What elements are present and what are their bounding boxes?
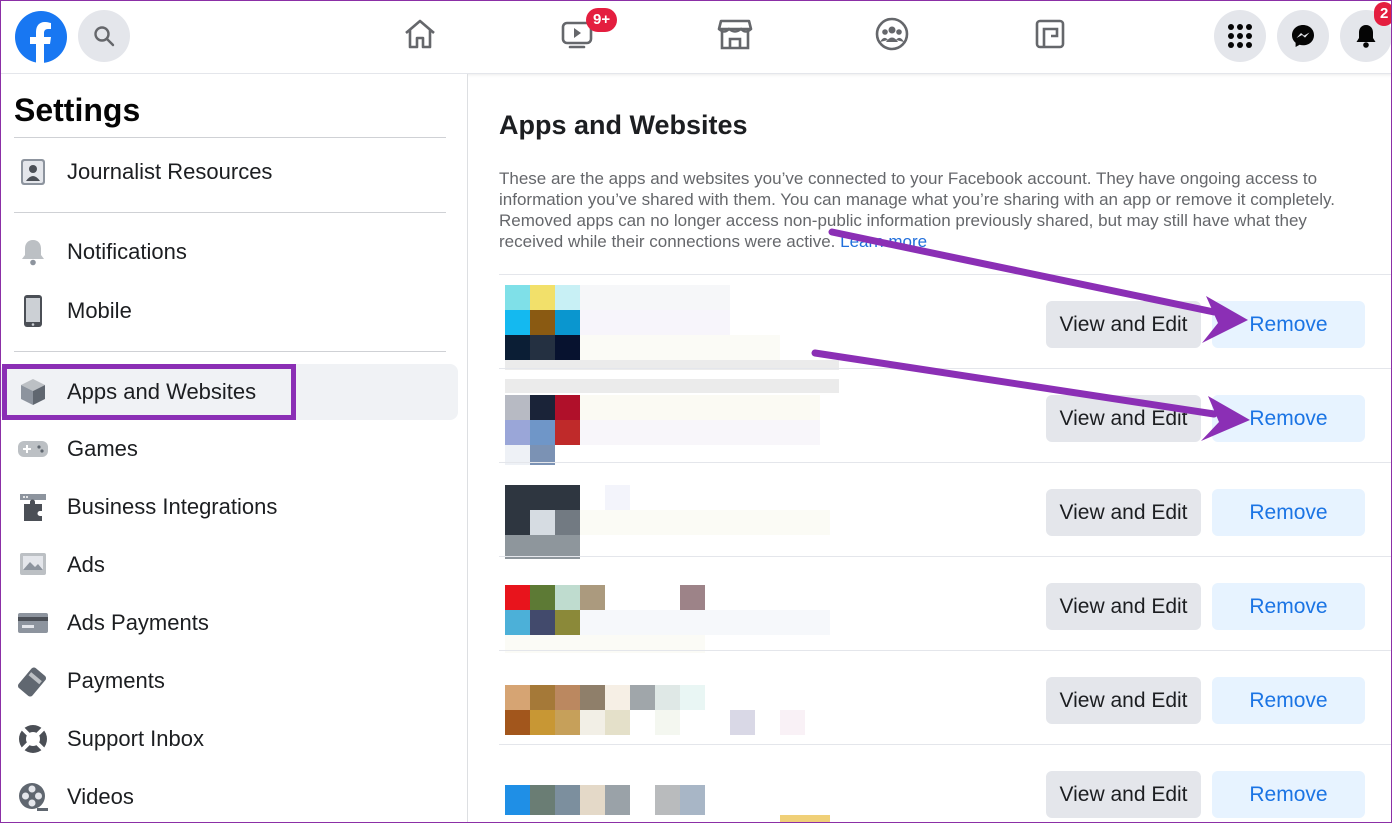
sidebar-item-label: Payments <box>67 668 165 693</box>
facebook-logo[interactable] <box>14 10 68 64</box>
groups-tab[interactable] <box>872 14 912 54</box>
groups-icon <box>875 17 909 51</box>
marketplace-icon <box>717 19 753 50</box>
card-icon <box>16 606 50 640</box>
divider <box>14 137 446 138</box>
app-row: View and Edit Remove <box>499 274 1392 370</box>
app-row: View and Edit Remove <box>499 368 1392 465</box>
gaming-tab[interactable] <box>1030 14 1070 54</box>
remove-button[interactable]: Remove <box>1212 771 1365 818</box>
remove-button[interactable]: Remove <box>1212 301 1365 348</box>
remove-button[interactable]: Remove <box>1212 395 1365 442</box>
gamepad-icon <box>16 432 50 466</box>
sidebar-item-games[interactable]: Games <box>0 421 458 477</box>
ads-icon <box>16 548 50 582</box>
settings-sidebar: Settings Journalist Resources Notificati… <box>0 74 468 823</box>
remove-button[interactable]: Remove <box>1212 489 1365 536</box>
sidebar-item-label: Journalist Resources <box>67 159 273 184</box>
sidebar-item-journalist-resources[interactable]: Journalist Resources <box>0 144 458 200</box>
sidebar-item-label: Games <box>67 436 138 461</box>
app-icon-blurred <box>505 755 839 823</box>
app-row: View and Edit Remove <box>499 462 1392 559</box>
sidebar-title: Settings <box>14 92 141 128</box>
phone-icon <box>16 294 50 328</box>
notifications-badge: 2 <box>1374 2 1392 26</box>
sidebar-item-ads[interactable]: Ads <box>0 537 458 593</box>
sidebar-item-mobile[interactable]: Mobile <box>0 283 458 339</box>
divider <box>14 212 446 213</box>
sidebar-item-videos[interactable]: Videos <box>0 769 458 823</box>
annotation-highlight-box <box>2 364 296 420</box>
page-title: Apps and Websites <box>499 110 748 140</box>
journalist-icon <box>16 155 50 189</box>
apps-and-websites-panel: Apps and Websites These are the apps and… <box>469 74 1392 823</box>
menu-grid-icon <box>1228 24 1252 48</box>
watch-badge: 9+ <box>586 8 618 32</box>
view-and-edit-button[interactable]: View and Edit <box>1046 395 1201 442</box>
app-row: View and Edit Remove <box>499 650 1392 744</box>
gaming-icon <box>1035 19 1065 49</box>
messenger-icon <box>1292 25 1314 47</box>
app-row: View and Edit Remove <box>499 744 1392 823</box>
sidebar-item-label: Business Integrations <box>67 494 278 519</box>
sidebar-item-label: Videos <box>67 784 134 809</box>
sidebar-item-business-integrations[interactable]: Business Integrations <box>0 479 458 535</box>
page-description: These are the apps and websites you’ve c… <box>499 168 1359 252</box>
home-tab[interactable] <box>400 14 440 54</box>
app-icon-blurred <box>505 567 839 653</box>
view-and-edit-button[interactable]: View and Edit <box>1046 583 1201 630</box>
messenger-button[interactable] <box>1277 10 1329 62</box>
menu-button[interactable] <box>1214 10 1266 62</box>
view-and-edit-button[interactable]: View and Edit <box>1046 677 1201 724</box>
app-icon-blurred <box>505 473 839 559</box>
lifebuoy-icon <box>16 722 50 756</box>
search-icon <box>94 26 115 47</box>
app-icon-blurred <box>505 379 839 465</box>
marketplace-tab[interactable] <box>715 14 755 54</box>
payments-icon <box>16 664 50 698</box>
app-icon-blurred <box>505 285 839 370</box>
sidebar-item-label: Support Inbox <box>67 726 204 751</box>
view-and-edit-button[interactable]: View and Edit <box>1046 489 1201 536</box>
bell-icon <box>16 235 50 269</box>
sidebar-item-support-inbox[interactable]: Support Inbox <box>0 711 458 767</box>
remove-button[interactable]: Remove <box>1212 583 1365 630</box>
sidebar-item-notifications[interactable]: Notifications <box>0 224 458 280</box>
puzzle-icon <box>16 490 50 524</box>
search-button[interactable] <box>78 10 130 62</box>
home-icon <box>405 19 435 49</box>
film-reel-icon <box>16 780 50 814</box>
view-and-edit-button[interactable]: View and Edit <box>1046 301 1201 348</box>
remove-button[interactable]: Remove <box>1212 677 1365 724</box>
view-and-edit-button[interactable]: View and Edit <box>1046 771 1201 818</box>
sidebar-item-payments[interactable]: Payments <box>0 653 458 709</box>
sidebar-item-label: Ads <box>67 552 105 577</box>
top-navigation-bar: 9+ 2 <box>0 0 1392 74</box>
sidebar-item-label: Mobile <box>67 298 132 323</box>
divider <box>14 351 446 352</box>
bell-icon <box>1356 25 1376 48</box>
learn-more-link[interactable]: Learn more <box>840 232 927 251</box>
app-icon-blurred <box>505 661 839 737</box>
sidebar-item-label: Ads Payments <box>67 610 209 635</box>
app-row: View and Edit Remove <box>499 556 1392 653</box>
sidebar-item-label: Notifications <box>67 239 187 264</box>
sidebar-item-ads-payments[interactable]: Ads Payments <box>0 595 458 651</box>
